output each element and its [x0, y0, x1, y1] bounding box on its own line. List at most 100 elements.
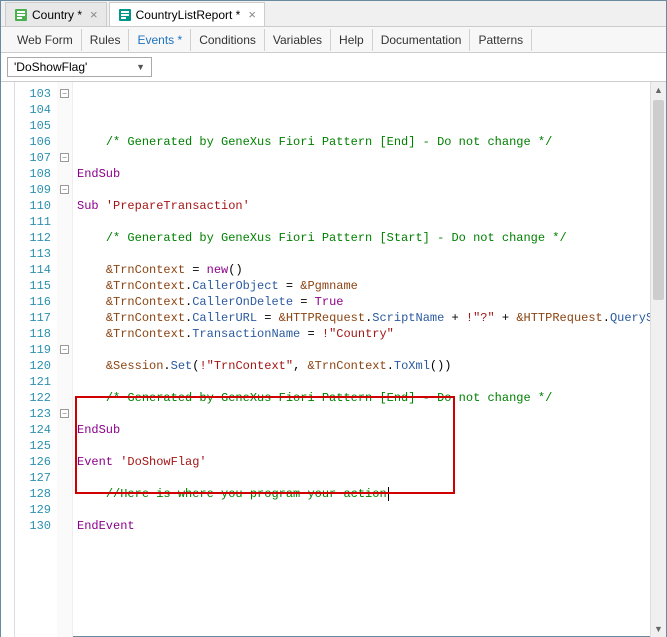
- fold-marker: [57, 134, 72, 150]
- event-dropdown-label: 'DoShowFlag': [14, 60, 87, 74]
- code-line[interactable]: EndSub: [73, 166, 666, 182]
- code-line[interactable]: EndEvent: [73, 518, 666, 534]
- scroll-down-arrow[interactable]: ▼: [651, 621, 666, 637]
- line-number: 122: [15, 390, 51, 406]
- event-dropdown[interactable]: 'DoShowFlag' ▼: [7, 57, 152, 77]
- code-line[interactable]: &TrnContext.CallerURL = &HTTPRequest.Scr…: [73, 310, 666, 326]
- section-tab-patterns[interactable]: Patterns: [470, 29, 532, 51]
- scroll-thumb[interactable]: [653, 100, 664, 300]
- fold-marker[interactable]: −: [57, 182, 72, 198]
- fold-marker: [57, 294, 72, 310]
- section-tab-variables[interactable]: Variables: [265, 29, 331, 51]
- line-number: 118: [15, 326, 51, 342]
- line-number: 124: [15, 422, 51, 438]
- fold-marker: [57, 454, 72, 470]
- close-icon[interactable]: ×: [248, 7, 256, 22]
- text-cursor: [388, 487, 389, 501]
- code-line[interactable]: &Session.Set(!"TrnContext", &TrnContext.…: [73, 358, 666, 374]
- section-tab-rules[interactable]: Rules: [82, 29, 130, 51]
- line-number: 126: [15, 454, 51, 470]
- fold-marker: [57, 326, 72, 342]
- fold-collapse-icon[interactable]: −: [60, 345, 69, 354]
- code-line[interactable]: [73, 470, 666, 486]
- fold-marker: [57, 502, 72, 518]
- close-icon[interactable]: ×: [90, 7, 98, 22]
- line-number: 111: [15, 214, 51, 230]
- line-number: 116: [15, 294, 51, 310]
- code-line[interactable]: [73, 214, 666, 230]
- line-number: 112: [15, 230, 51, 246]
- document-tabs: Country *× CountryListReport * ×: [1, 1, 666, 27]
- fold-marker: [57, 230, 72, 246]
- vertical-scrollbar[interactable]: ▲ ▼: [650, 82, 666, 637]
- line-number: 125: [15, 438, 51, 454]
- fold-marker: [57, 214, 72, 230]
- line-number: 130: [15, 518, 51, 534]
- code-line[interactable]: //Here is where you program your action: [73, 486, 666, 502]
- code-line[interactable]: /* Generated by GeneXus Fiori Pattern [S…: [73, 230, 666, 246]
- line-number: 105: [15, 118, 51, 134]
- fold-marker[interactable]: −: [57, 86, 72, 102]
- code-line[interactable]: [73, 406, 666, 422]
- line-number-gutter: 1031041051061071081091101111121131141151…: [15, 82, 57, 637]
- section-tab-web-form[interactable]: Web Form: [9, 29, 82, 51]
- fold-collapse-icon[interactable]: −: [60, 185, 69, 194]
- code-line[interactable]: [73, 534, 666, 550]
- fold-marker: [57, 486, 72, 502]
- line-number: 121: [15, 374, 51, 390]
- fold-collapse-icon[interactable]: −: [60, 153, 69, 162]
- fold-marker: [57, 470, 72, 486]
- code-line[interactable]: /* Generated by GeneXus Fiori Pattern [E…: [73, 390, 666, 406]
- code-line[interactable]: &TrnContext.CallerObject = &Pgmname: [73, 278, 666, 294]
- scroll-up-arrow[interactable]: ▲: [651, 82, 666, 98]
- document-tab-1[interactable]: CountryListReport * ×: [109, 2, 265, 26]
- line-number: 103: [15, 86, 51, 102]
- code-line[interactable]: [73, 438, 666, 454]
- fold-marker[interactable]: −: [57, 342, 72, 358]
- code-line[interactable]: [73, 342, 666, 358]
- line-number: 106: [15, 134, 51, 150]
- section-tab-conditions[interactable]: Conditions: [191, 29, 265, 51]
- code-line[interactable]: [73, 150, 666, 166]
- line-number: 120: [15, 358, 51, 374]
- fold-collapse-icon[interactable]: −: [60, 409, 69, 418]
- fold-marker: [57, 358, 72, 374]
- line-number: 104: [15, 102, 51, 118]
- section-tab-documentation[interactable]: Documentation: [373, 29, 471, 51]
- fold-marker: [57, 310, 72, 326]
- fold-marker[interactable]: −: [57, 150, 72, 166]
- event-selector-row: 'DoShowFlag' ▼: [1, 53, 666, 82]
- fold-gutter[interactable]: − − − − −: [57, 82, 73, 637]
- section-tab-events-[interactable]: Events *: [129, 29, 191, 51]
- code-line[interactable]: /* Generated by GeneXus Fiori Pattern [E…: [73, 134, 666, 150]
- fold-marker[interactable]: −: [57, 406, 72, 422]
- code-line[interactable]: &TrnContext.TransactionName = !"Country": [73, 326, 666, 342]
- document-tab-0[interactable]: Country *×: [5, 2, 107, 26]
- line-number: 129: [15, 502, 51, 518]
- line-number: 119: [15, 342, 51, 358]
- code-content[interactable]: /* Generated by GeneXus Fiori Pattern [E…: [73, 82, 666, 637]
- code-line[interactable]: EndSub: [73, 422, 666, 438]
- code-line[interactable]: [73, 566, 666, 582]
- document-icon: [14, 8, 28, 22]
- line-number: 117: [15, 310, 51, 326]
- code-line[interactable]: [73, 502, 666, 518]
- fold-marker: [57, 262, 72, 278]
- code-editor[interactable]: 1031041051061071081091101111121131141151…: [1, 82, 666, 637]
- fold-marker: [57, 438, 72, 454]
- code-line[interactable]: &TrnContext = new(): [73, 262, 666, 278]
- tab-label: CountryListReport *: [136, 8, 241, 22]
- code-line[interactable]: &TrnContext.CallerOnDelete = True: [73, 294, 666, 310]
- line-number: 114: [15, 262, 51, 278]
- fold-marker: [57, 422, 72, 438]
- code-line[interactable]: Sub 'PrepareTransaction': [73, 198, 666, 214]
- code-line[interactable]: [73, 550, 666, 566]
- fold-collapse-icon[interactable]: −: [60, 89, 69, 98]
- code-line[interactable]: Event 'DoShowFlag': [73, 454, 666, 470]
- code-line[interactable]: [73, 182, 666, 198]
- document-icon: [118, 8, 132, 22]
- breakpoint-gutter[interactable]: [1, 82, 15, 637]
- section-tab-help[interactable]: Help: [331, 29, 373, 51]
- code-line[interactable]: [73, 246, 666, 262]
- code-line[interactable]: [73, 374, 666, 390]
